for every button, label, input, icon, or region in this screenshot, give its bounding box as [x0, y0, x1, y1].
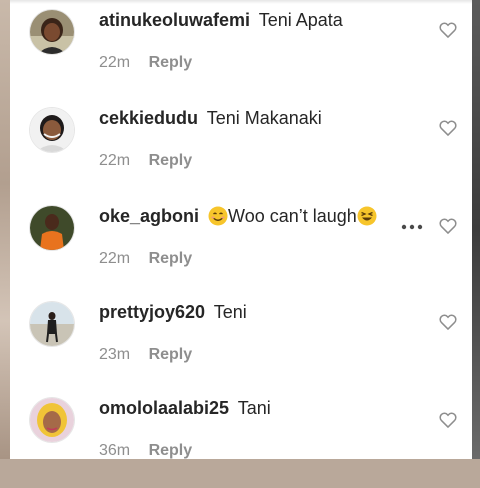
reply-button[interactable]: Reply [149, 442, 193, 459]
comment-text: omololaalabi25 Tani [99, 398, 271, 419]
grinning-squinting-face-emoji-icon [357, 206, 377, 226]
comment-username[interactable]: prettyjoy620 [99, 302, 205, 322]
comment-time: 36m [99, 442, 131, 459]
comment-body: Teni Makanaki [206, 108, 322, 128]
comment-meta: 36m Reply [99, 442, 192, 460]
comment-username[interactable]: atinukeoluwafemi [99, 10, 250, 30]
reply-button[interactable]: Reply [149, 54, 193, 71]
comment-item: atinukeoluwafemi Teni Apata 22m Reply [10, 0, 472, 98]
comment-username[interactable]: cekkiedudu [99, 108, 198, 128]
comment-item: prettyjoy620 Teni 23m Reply [10, 294, 472, 392]
comment-meta: 23m Reply [99, 346, 192, 364]
comment-meta: 22m Reply [99, 152, 192, 170]
avatar[interactable] [30, 206, 74, 250]
comment-text: cekkiedudu Teni Makanaki [99, 108, 322, 129]
comment-body: Teni Apata [258, 10, 343, 30]
comment-time: 22m [99, 250, 131, 267]
background-photo-right [472, 0, 480, 459]
reply-button[interactable]: Reply [149, 152, 193, 169]
comment-meta: 22m Reply [99, 54, 192, 72]
comment-body: Woo can’t laugh [228, 206, 357, 226]
smiling-face-emoji-icon [208, 206, 228, 226]
divider [10, 0, 472, 4]
heart-icon[interactable] [438, 312, 458, 332]
comment-username[interactable]: oke_agboni [99, 206, 199, 226]
comment-text: oke_agboni Woo can’t laugh [99, 206, 377, 227]
comment-item: omololaalabi25 Tani 36m Reply [10, 390, 472, 488]
comment-username[interactable]: omololaalabi25 [99, 398, 229, 418]
comment-text: atinukeoluwafemi Teni Apata [99, 10, 343, 31]
background-photo-left [0, 0, 10, 459]
avatar[interactable] [30, 398, 74, 442]
comments-panel: atinukeoluwafemi Teni Apata 22m Reply ce… [10, 0, 472, 459]
reply-button[interactable]: Reply [149, 346, 193, 363]
comment-item: oke_agboni Woo can’t laugh 22m Reply [10, 196, 472, 294]
comment-text: prettyjoy620 Teni [99, 302, 247, 323]
heart-icon[interactable] [438, 410, 458, 430]
comment-time: 23m [99, 346, 131, 363]
heart-icon[interactable] [438, 20, 458, 40]
comment-time: 22m [99, 152, 131, 169]
more-options-icon[interactable] [401, 224, 423, 230]
heart-icon[interactable] [438, 216, 458, 236]
comment-body: Teni [213, 302, 247, 322]
reply-button[interactable]: Reply [149, 250, 193, 267]
comment-meta: 22m Reply [99, 250, 192, 268]
avatar[interactable] [30, 10, 74, 54]
comment-body: Tani [237, 398, 271, 418]
comment-time: 22m [99, 54, 131, 71]
avatar[interactable] [30, 302, 74, 346]
heart-icon[interactable] [438, 118, 458, 138]
avatar[interactable] [30, 108, 74, 152]
comment-item: cekkiedudu Teni Makanaki 22m Reply [10, 98, 472, 196]
